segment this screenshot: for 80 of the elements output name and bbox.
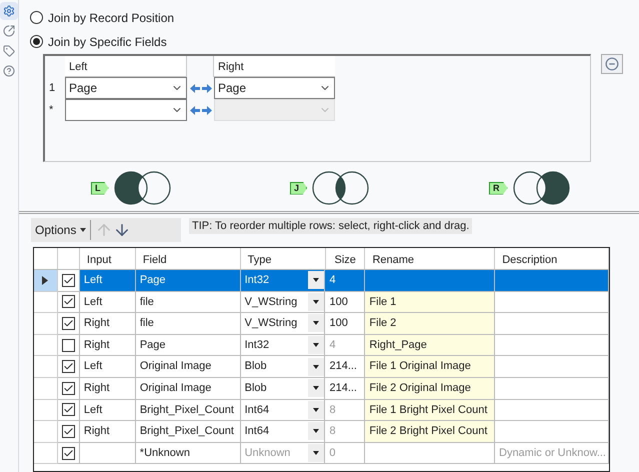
rename-cell: File 2 (365, 313, 496, 335)
output-anchor-tag: L (91, 182, 108, 194)
column-header: Input (80, 248, 136, 269)
type-cell-text: Int32 (244, 338, 270, 353)
table-row[interactable]: Left Original Image Blob 214... File 1 Original Image (34, 356, 609, 378)
output-anchor-tag: J (290, 182, 308, 194)
column-header: Field (136, 248, 241, 269)
right-field-dropdown[interactable]: Page (214, 77, 335, 99)
remove-icon[interactable] (601, 54, 623, 74)
rename-cell: File 2 Bright Pixel Count (365, 421, 496, 443)
column-header: Rename (365, 248, 496, 269)
checkbox[interactable] (62, 274, 75, 287)
caret-icon (313, 429, 320, 434)
radio-label[interactable]: Join by Specific Fields (48, 32, 167, 50)
caret-icon (313, 278, 320, 282)
row-pointer-icon (42, 276, 48, 285)
table-row[interactable]: Left file V_WString 100 File 1 (34, 292, 609, 314)
type-dropdown-button[interactable] (308, 379, 324, 398)
caret-icon (313, 300, 320, 304)
caret-icon (313, 364, 320, 369)
type-dropdown-button[interactable] (308, 336, 324, 354)
type-cell-text: Int64 (244, 402, 270, 418)
type-dropdown-button[interactable] (308, 358, 324, 376)
type-dropdown-button[interactable] (308, 292, 324, 311)
table-row[interactable]: Left Page Int32 4 (34, 270, 609, 292)
type-dropdown-button[interactable] (308, 271, 324, 290)
table-row[interactable]: Right Original Image Blob 214... File 2 Original Image (34, 378, 609, 400)
caret-icon (313, 408, 320, 412)
type-cell-text: V_WString (244, 294, 298, 310)
type-cell-text: Unknown (244, 446, 290, 461)
column-header: Size (326, 248, 366, 269)
column-header: Type (240, 248, 326, 269)
row-number: * (48, 102, 54, 118)
caret-icon (313, 343, 320, 348)
checkbox[interactable] (62, 446, 75, 460)
settings-icon[interactable] (0, 2, 18, 20)
caret-icon (313, 386, 320, 390)
type-cell-text: Int64 (244, 424, 270, 440)
caret-icon (80, 228, 86, 232)
row-number: 1 (48, 80, 56, 96)
column-header: Description (495, 248, 610, 269)
table-row[interactable]: Right Page Int32 4 Right_Page (34, 334, 609, 356)
rename-cell: File 1 Bright Pixel Count (365, 400, 496, 422)
rename-cell: File 1 (365, 292, 496, 314)
table-row[interactable]: Right Bright_Pixel_Count Int64 8 File 2 Bright Pixel Count (34, 421, 609, 443)
checkbox[interactable] (62, 382, 75, 395)
table-cell: Dynamic or Unknow... (495, 442, 609, 464)
checkbox[interactable] (62, 424, 75, 438)
table-row[interactable]: Right file V_WString 100 File 2 (34, 313, 609, 335)
type-dropdown-button[interactable] (308, 444, 324, 462)
type-cell-text: V_WString (244, 316, 298, 332)
column-header: Right (214, 56, 335, 77)
table-cell: *Unknown (136, 442, 241, 464)
type-cell-text: Blob (244, 381, 267, 396)
checkbox[interactable] (62, 295, 75, 308)
radio-button[interactable] (30, 35, 43, 48)
table-row[interactable]: Left Bright_Pixel_Count Int64 8 File 1 Bright Pixel Count (34, 400, 609, 422)
radio-label[interactable]: Join by Record Position (48, 8, 174, 26)
caret-icon (313, 321, 320, 326)
type-cell-text: Blob (244, 359, 267, 374)
checkbox[interactable] (62, 360, 75, 374)
tip-text: TIP: To reorder multiple rows: select, right-click and drag. (189, 218, 472, 234)
checkbox[interactable] (62, 338, 75, 352)
rename-cell: File 2 Original Image (365, 378, 496, 400)
rename-cell: File 1 Original Image (365, 356, 496, 378)
left-field-dropdown[interactable]: Page (65, 77, 187, 99)
checkbox[interactable] (62, 316, 75, 330)
type-dropdown-button[interactable] (308, 314, 324, 332)
left-field-dropdown[interactable] (65, 99, 187, 121)
table-row[interactable]: *Unknown Unknown 0 Dynamic or Unknow... (34, 442, 609, 464)
rename-cell: Right_Page (365, 334, 496, 356)
radio-button[interactable] (30, 11, 43, 24)
type-dropdown-button[interactable] (308, 400, 324, 419)
checkbox[interactable] (62, 403, 75, 416)
caret-icon (313, 451, 320, 456)
type-dropdown-button[interactable] (308, 422, 324, 440)
column-header: Left (65, 56, 187, 77)
type-cell-text: Int32 (244, 273, 270, 288)
output-anchor-tag: R (489, 182, 508, 194)
table-cell: 0 (325, 442, 366, 464)
